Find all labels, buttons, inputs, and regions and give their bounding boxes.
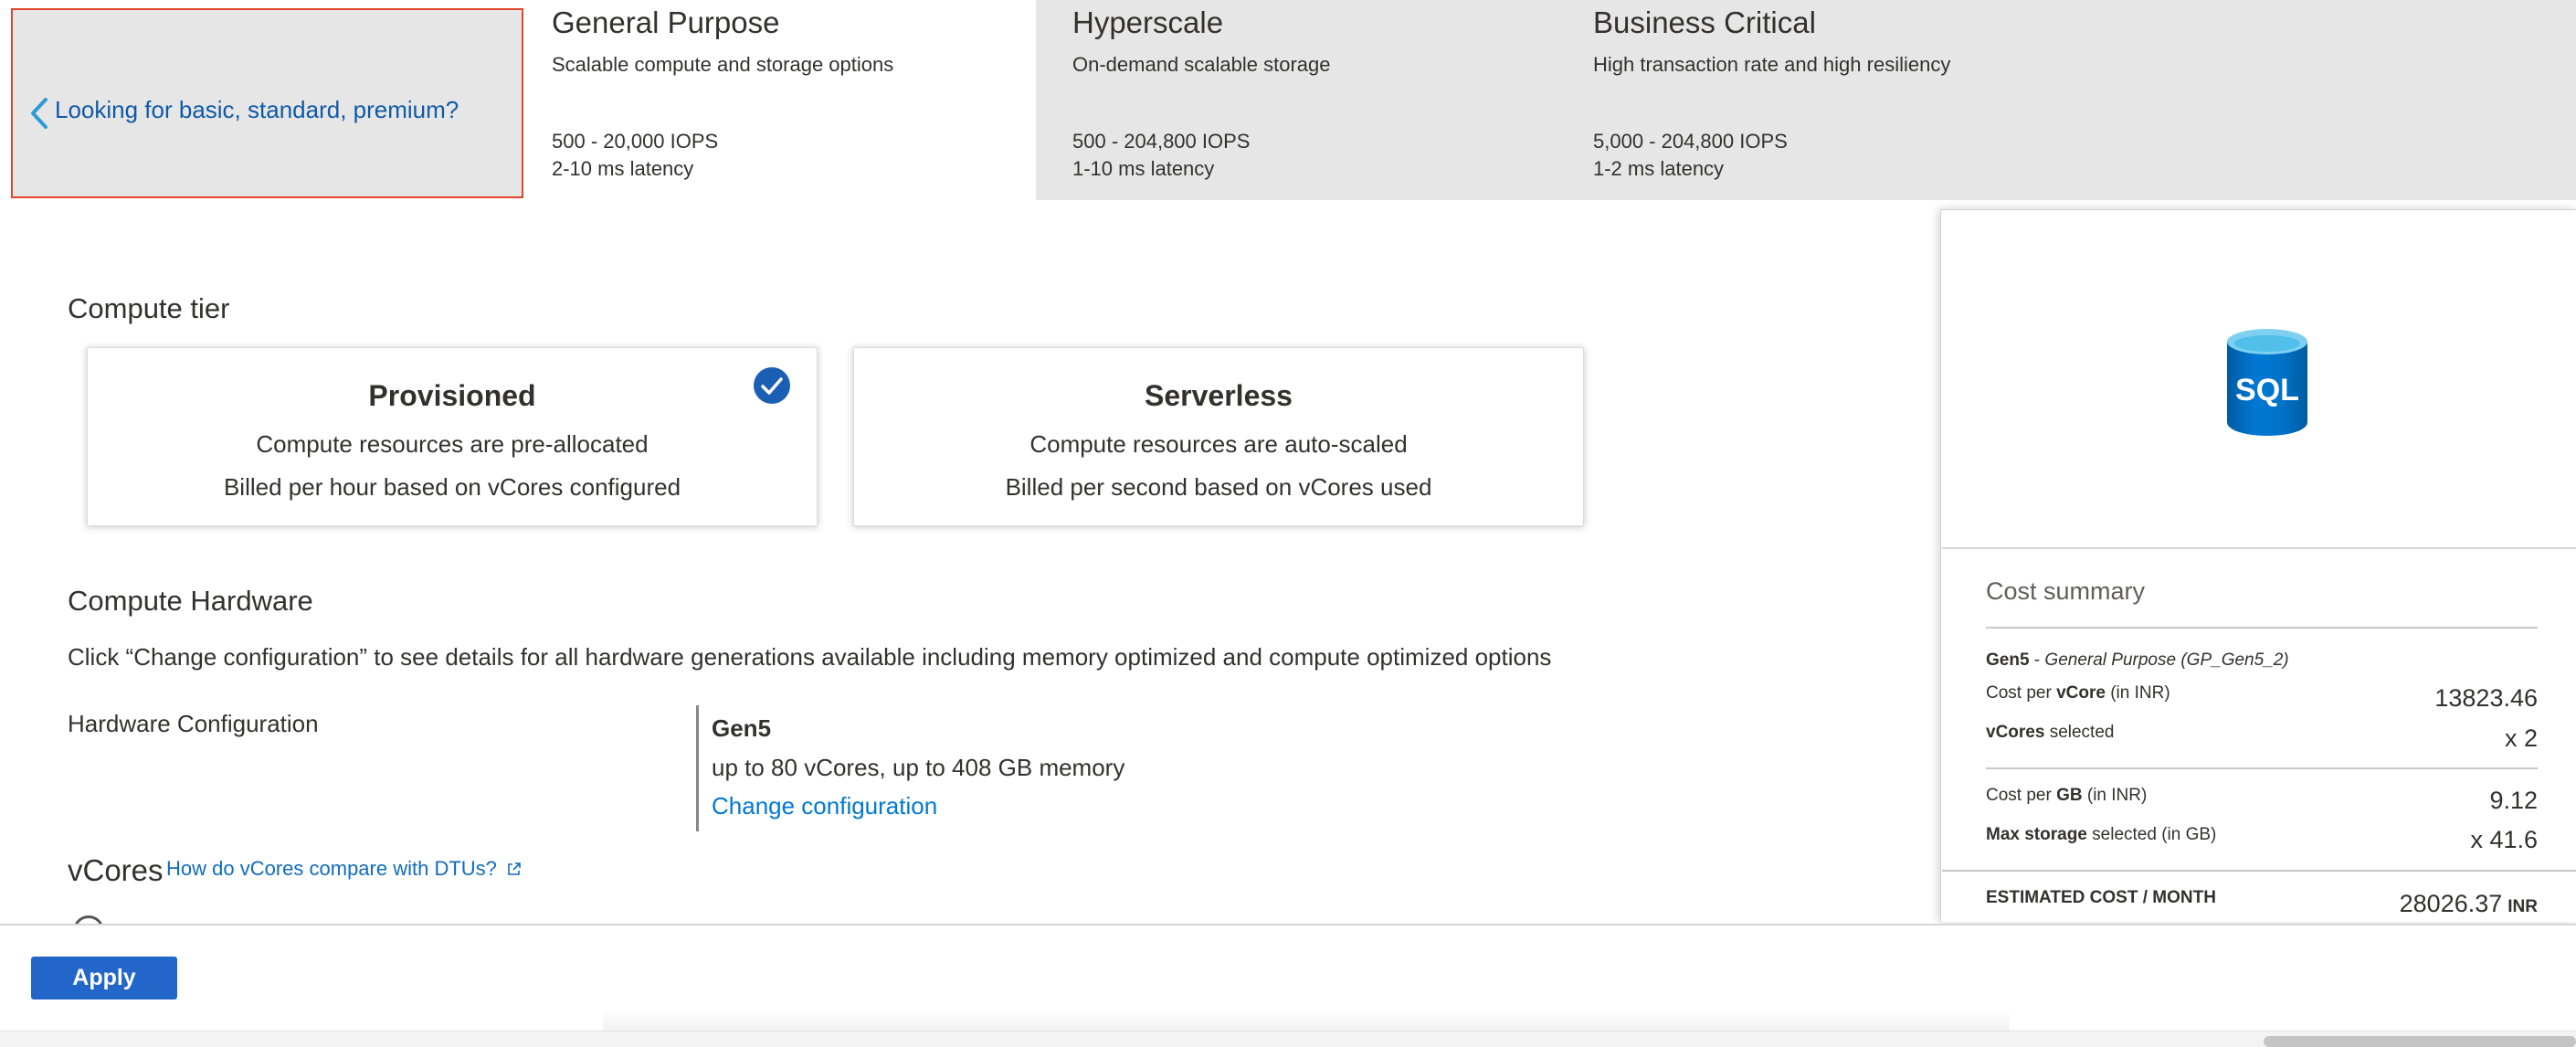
tier-subtitle: Scalable compute and storage options — [552, 53, 894, 76]
compute-tier-provisioned-card[interactable]: Provisioned Compute resources are pre-al… — [87, 347, 818, 526]
horizontal-scrollbar-thumb[interactable] — [2264, 1036, 2576, 1047]
vcores-vs-dtus-link[interactable]: How do vCores compare with DTUs? — [166, 857, 523, 881]
hardware-configuration-label: Hardware Configuration — [68, 710, 319, 737]
checkmark-circle-icon — [754, 367, 790, 404]
tier-iops: 5,000 - 204,800 IOPS — [1593, 130, 1788, 153]
card-line-1: Compute resources are auto-scaled — [1029, 430, 1408, 458]
label-part: (in INR) — [2105, 683, 2170, 703]
sql-icon-label: SQL — [2235, 373, 2299, 407]
label-part: (in INR) — [2082, 786, 2148, 805]
estimated-cost-unit: INR — [2507, 897, 2538, 916]
label-part: selected — [2044, 723, 2115, 742]
tier-latency: 1-2 ms latency — [1593, 157, 1725, 180]
footer-shadow — [603, 1009, 2010, 1031]
service-tier-strip: Looking for basic, standard, premium? Ge… — [0, 0, 2576, 200]
estimated-cost-value: 28026.37 INR — [2400, 890, 2538, 918]
card-title: Serverless — [1145, 379, 1293, 412]
label-part: Cost per — [1986, 786, 2057, 805]
vcores-selected-value: x 2 — [2504, 724, 2538, 752]
sql-database-icon: SQL — [2227, 329, 2307, 436]
estimated-cost-amount: 28026.37 — [2399, 890, 2503, 917]
cost-summary-panel — [1940, 209, 2576, 922]
cost-per-vcore-label: Cost per vCore (in INR) — [1986, 683, 2170, 703]
basic-standard-premium-tile[interactable]: Looking for basic, standard, premium? — [11, 8, 523, 198]
card-line-1: Compute resources are pre-allocated — [256, 430, 649, 458]
label-bold: vCore — [2056, 683, 2106, 703]
compute-hardware-title: Compute Hardware — [68, 585, 313, 617]
vcores-title: vCores — [68, 853, 164, 887]
label-bold: Max storage — [1986, 825, 2087, 844]
change-configuration-link[interactable]: Change configuration — [712, 792, 937, 820]
label-bold: GB — [2056, 786, 2083, 805]
label-part: Cost per — [1986, 683, 2057, 703]
card-line-2: Billed per hour based on vCores configur… — [223, 473, 681, 501]
card-title: Provisioned — [368, 379, 536, 412]
cost-per-vcore-value: 13823.46 — [2434, 684, 2538, 712]
card-line-2: Billed per second based on vCores used — [1005, 473, 1432, 501]
estimated-cost-label: ESTIMATED COST / MONTH — [1986, 888, 2216, 907]
hardware-memory-spec: up to 80 vCores, up to 408 GB memory — [712, 754, 1125, 781]
apply-button[interactable]: Apply — [31, 957, 177, 999]
max-storage-label: Max storage selected (in GB) — [1986, 825, 2216, 845]
sku-line: Gen5 - General Purpose (GP_Gen5_2) — [1986, 650, 2289, 671]
compute-tier-serverless-card[interactable]: Serverless Compute resources are auto-sc… — [853, 347, 1584, 526]
tier-subtitle: High transaction rate and high resilienc… — [1593, 53, 1951, 76]
vcores-selected-label: vCores selected — [1986, 723, 2114, 743]
back-tile-label: Looking for basic, standard, premium? — [55, 96, 459, 123]
vcores-link-label: How do vCores compare with DTUs? — [166, 857, 497, 880]
panel-divider — [1942, 547, 2576, 549]
cost-summary-rule — [1986, 767, 2538, 769]
cost-per-gb-value: 9.12 — [2489, 787, 2538, 814]
tier-iops: 500 - 20,000 IOPS — [552, 130, 719, 153]
cost-summary-rule — [1986, 627, 2538, 629]
horizontal-scrollbar-track — [0, 1031, 2576, 1047]
cost-per-gb-label: Cost per GB (in INR) — [1986, 786, 2147, 806]
external-link-icon — [508, 862, 521, 875]
chevron-left-icon — [31, 98, 48, 129]
tier-iops: 500 - 204,800 IOPS — [1072, 130, 1251, 153]
sku-separator: - — [2029, 650, 2045, 670]
cost-summary-rule — [1942, 870, 2576, 872]
sku-generation: Gen5 — [1986, 650, 2030, 670]
hardware-config-divider — [696, 705, 699, 831]
tier-hyperscale[interactable]: Hyperscale On-demand scalable storage 50… — [1072, 0, 1566, 200]
cost-summary-title: Cost summary — [1986, 577, 2146, 605]
label-part: selected (in GB) — [2086, 825, 2217, 844]
tier-general-purpose[interactable]: General Purpose Scalable compute and sto… — [552, 0, 1008, 200]
label-bold: vCores — [1986, 723, 2045, 742]
compute-tier-title: Compute tier — [68, 292, 230, 324]
sku-description: General Purpose (GP_Gen5_2) — [2044, 650, 2289, 670]
compute-hardware-description: Click “Change configuration” to see deta… — [68, 643, 1552, 671]
hardware-generation: Gen5 — [712, 714, 772, 742]
tier-latency: 1-10 ms latency — [1072, 157, 1215, 180]
tier-subtitle: On-demand scalable storage — [1072, 53, 1331, 76]
tier-business-critical[interactable]: Business Critical High transaction rate … — [1593, 0, 2141, 200]
tier-title: Hyperscale — [1072, 5, 1224, 39]
tier-title: Business Critical — [1593, 5, 1816, 39]
tier-latency: 2-10 ms latency — [552, 157, 694, 180]
max-storage-value: x 41.6 — [2470, 826, 2538, 853]
tier-title: General Purpose — [552, 5, 780, 39]
